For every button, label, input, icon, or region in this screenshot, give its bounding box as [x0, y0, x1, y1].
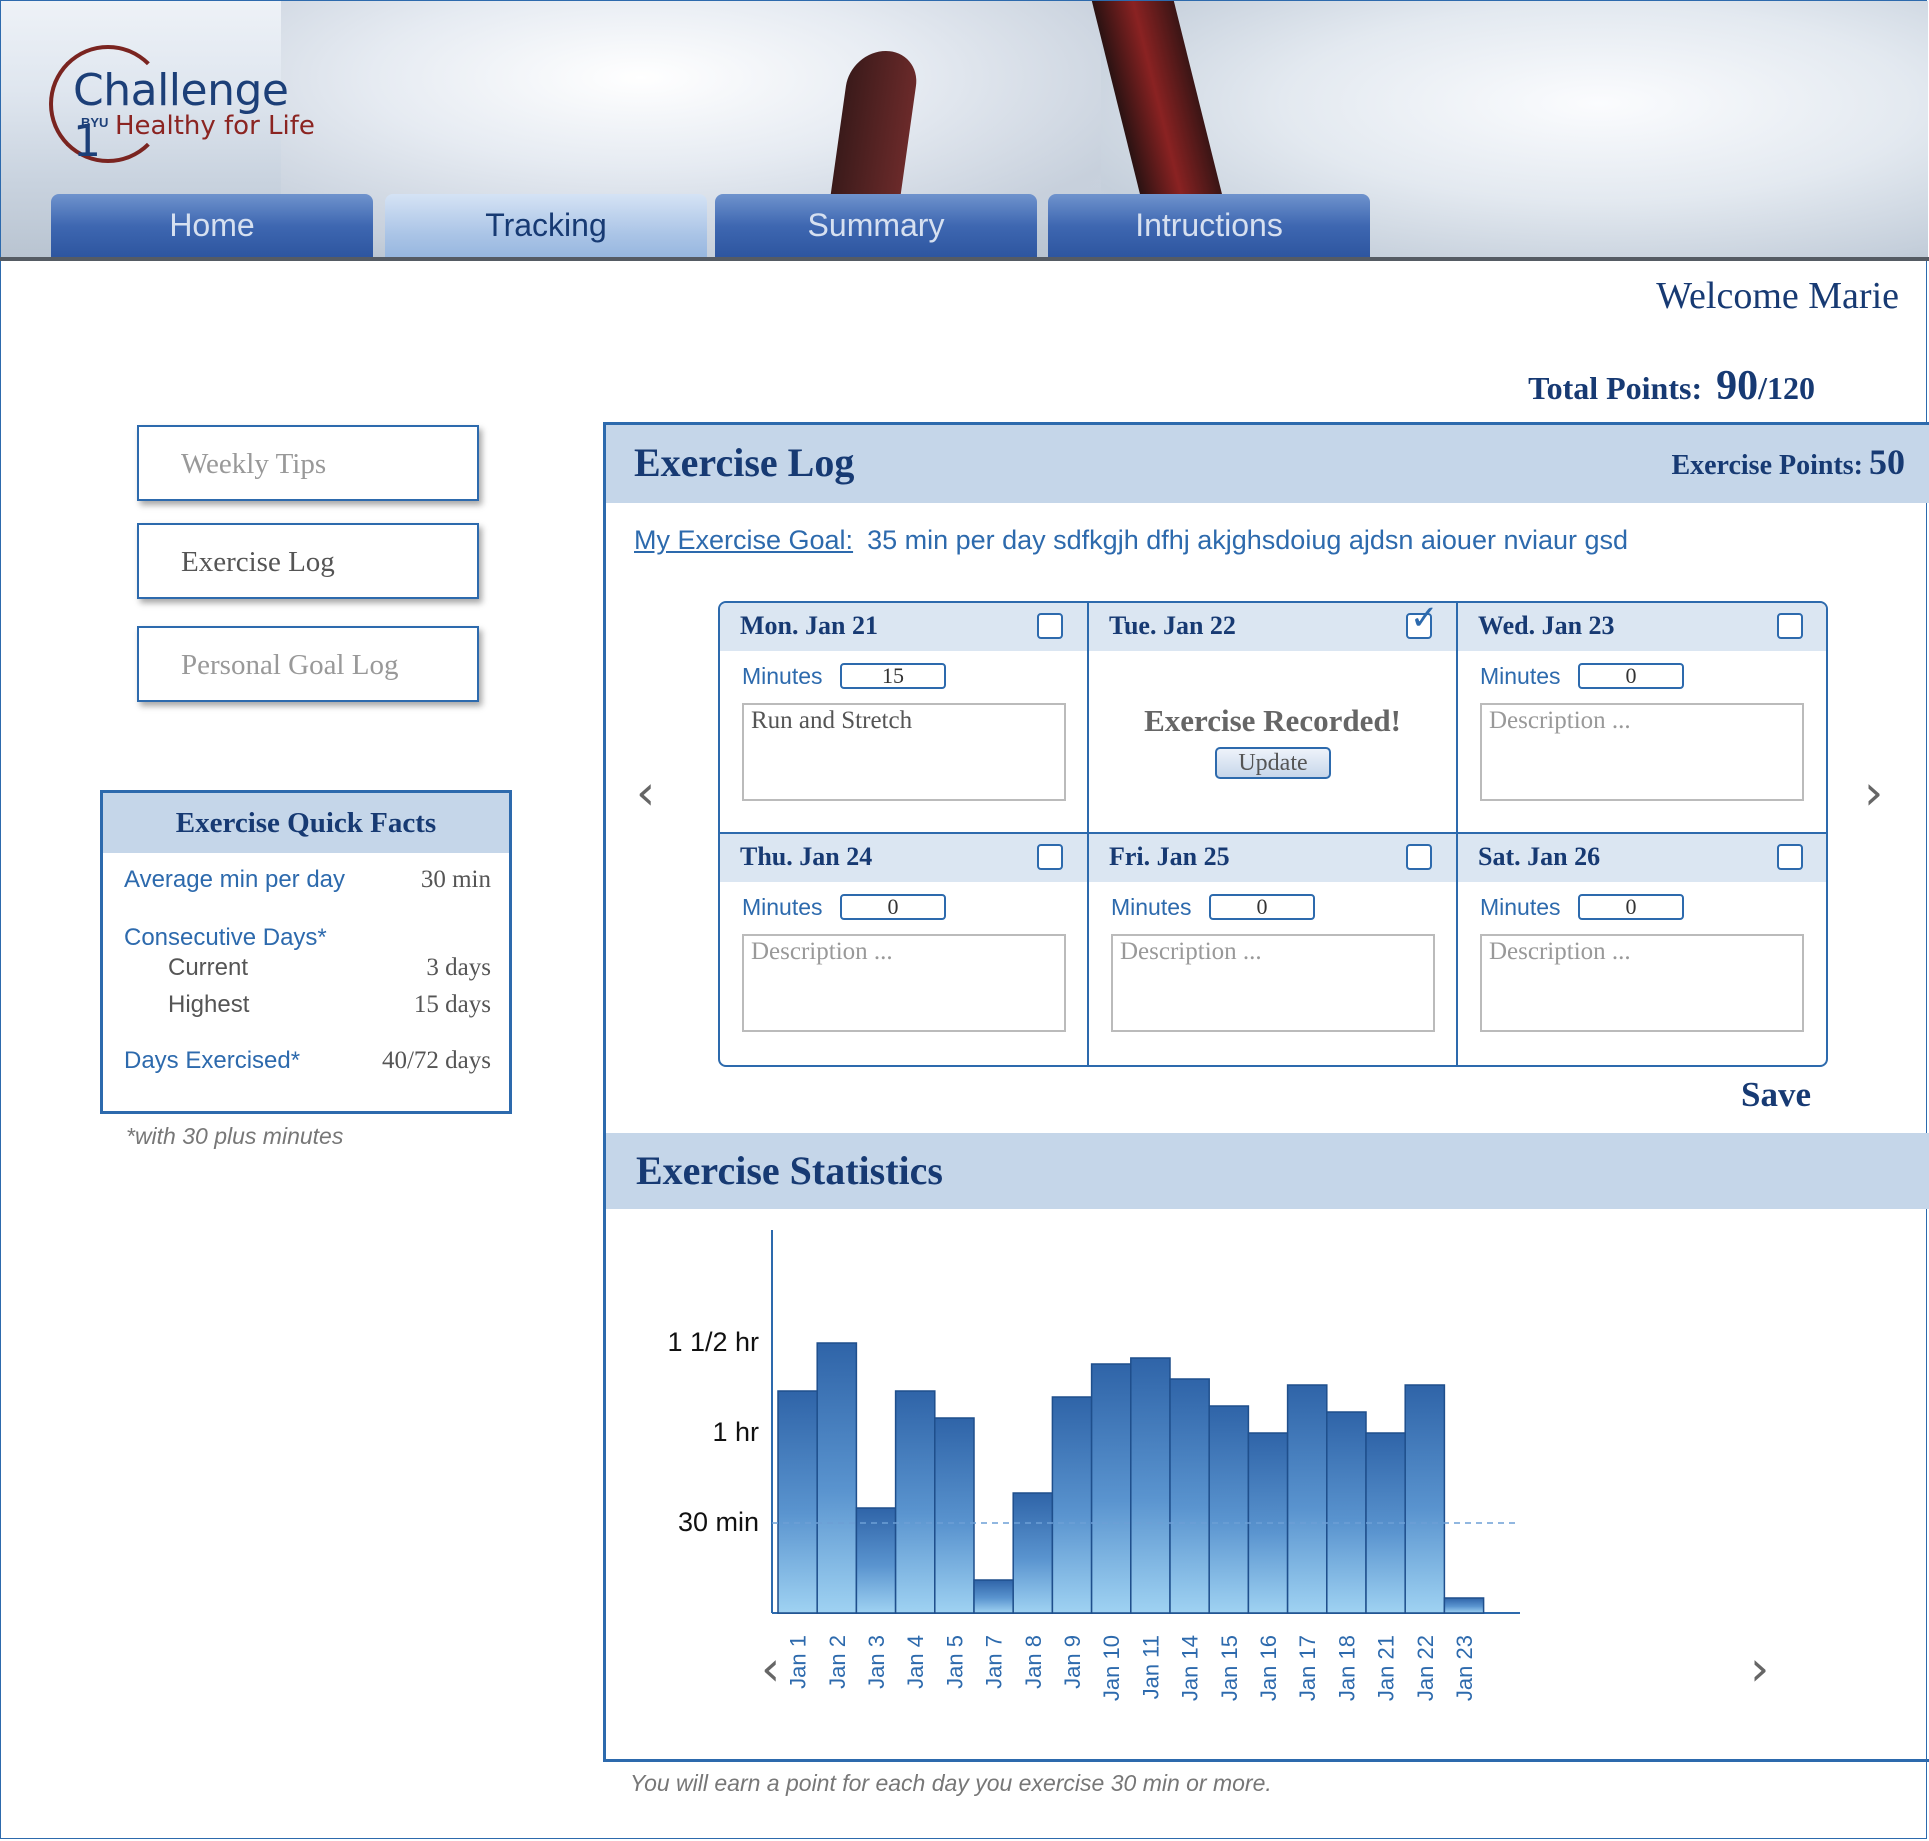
bar-jan-8: [1012, 1492, 1054, 1614]
tab-home[interactable]: Home: [51, 194, 373, 257]
x-tick-label: Jan 10: [1099, 1635, 1124, 1701]
bar-jan-2: [816, 1342, 858, 1614]
x-tick-label: Jan 11: [1138, 1635, 1163, 1699]
x-tick-label: Jan 23: [1452, 1635, 1477, 1701]
bar-jan-17: [1286, 1384, 1328, 1614]
x-tick-label: Jan 5: [942, 1635, 967, 1689]
highest-label: Highest: [168, 991, 250, 1018]
bar-jan-5: [934, 1417, 975, 1614]
y-tick-label: 1 hr: [712, 1417, 759, 1447]
bar-jan-18: [1326, 1411, 1367, 1614]
total-points-label: Total Points:: [1528, 370, 1703, 406]
exercise-log-panel: Exercise Log Exercise Points: 50 My Exerc…: [603, 422, 1929, 1762]
header-divider: [0, 257, 1929, 261]
avg-label: Average min per day: [124, 866, 346, 893]
quick-facts-note: *with 30 plus minutes: [126, 1123, 344, 1149]
x-tick-label: Jan 15: [1217, 1635, 1242, 1701]
x-tick-label: Jan 17: [1295, 1635, 1320, 1701]
total-points: Total Points: 90/120: [1528, 362, 1815, 410]
y-tick-label: 1 1/2 hr: [667, 1327, 759, 1357]
bar-jan-1: [777, 1390, 818, 1614]
x-tick-label: Jan 8: [1021, 1635, 1046, 1689]
x-tick-label: Jan 1: [786, 1635, 811, 1689]
consecutive-days-label: Consecutive Days*: [124, 924, 327, 951]
total-points-max: /120: [1758, 370, 1815, 406]
bar-jan-10: [1090, 1363, 1132, 1614]
x-tick-label: Jan 21: [1374, 1635, 1399, 1701]
exercise-log-button[interactable]: Exercise Log: [137, 523, 479, 599]
header-banner: Challenge 1 BYU Healthy for Life Home Tr…: [1, 1, 1928, 257]
tab-summary[interactable]: Summary: [715, 194, 1037, 257]
x-tick-label: Jan 16: [1256, 1635, 1281, 1701]
logo[interactable]: Challenge 1 BYU Healthy for Life: [49, 45, 329, 167]
footer-note: You will earn a point for each day you e…: [630, 1770, 1272, 1796]
x-tick-label: Jan 18: [1334, 1635, 1359, 1701]
bar-jan-14: [1169, 1378, 1210, 1614]
highest-value: 15 days: [413, 991, 491, 1018]
days-exercised-value: 40/72 days: [381, 1047, 491, 1074]
welcome-message: Welcome Marie: [1656, 275, 1899, 317]
x-tick-label: Jan 4: [903, 1635, 928, 1689]
logo-byu: BYU: [81, 115, 109, 130]
logo-subtitle: Healthy for Life: [115, 111, 315, 141]
y-tick-label: 30 min: [678, 1507, 759, 1537]
x-tick-label: Jan 2: [825, 1635, 850, 1689]
chart-layer: Jan 1 Jan 2 Jan 3 Jan 4 Jan 5 Jan 7 Jan 8 Jan 9…: [667, 1230, 1520, 1701]
total-points-value: 90: [1716, 363, 1759, 409]
personal-goal-log-button[interactable]: Personal Goal Log: [137, 626, 479, 702]
x-tick-label: Jan 22: [1413, 1635, 1438, 1701]
x-tick-label: Jan 3: [864, 1635, 889, 1689]
tab-instructions[interactable]: Intructions: [1048, 194, 1370, 257]
exercise-chart: Jan 1 Jan 2 Jan 3 Jan 4 Jan 5 Jan 7 Jan 8 Jan 9…: [667, 1230, 1520, 1701]
current-label: Current: [168, 954, 249, 981]
bar-jan-22: [1404, 1384, 1446, 1614]
bar-jan-9: [1051, 1396, 1093, 1614]
tab-tracking[interactable]: Tracking: [385, 194, 707, 257]
bar-jan-23: [1443, 1597, 1485, 1614]
x-tick-label: Jan 9: [1060, 1635, 1085, 1689]
weekly-tips-button[interactable]: Weekly Tips: [137, 425, 479, 501]
bar-jan-7: [973, 1579, 1014, 1614]
current-value: 3 days: [426, 954, 491, 981]
avg-value: 30 min: [420, 866, 491, 893]
bar-jan-11: [1130, 1357, 1171, 1614]
x-tick-label: Jan 14: [1178, 1635, 1203, 1701]
quick-facts-panel: Exercise Quick Facts Average min per day…: [100, 790, 512, 1114]
bar-jan-4: [894, 1390, 936, 1614]
quick-facts-title: Exercise Quick Facts: [103, 793, 509, 853]
x-tick-label: Jan 7: [982, 1635, 1007, 1689]
bar-jan-15: [1208, 1405, 1250, 1614]
days-exercised-label: Days Exercised*: [124, 1047, 301, 1074]
